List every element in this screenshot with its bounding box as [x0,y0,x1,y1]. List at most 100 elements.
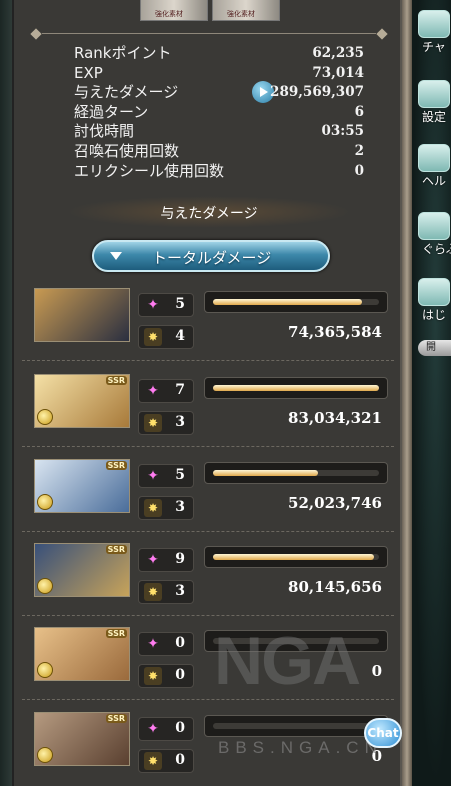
beginner-character-icon [418,278,450,306]
character-portrait[interactable]: SSR [34,627,130,681]
sparkle-icon: ✦ [147,636,159,652]
stat-label: 経過ターン [74,102,149,121]
skill-use-count: ✦ 5 [138,293,194,317]
party-member-row: SSR ✦ 5 ✸ 3 52,023,746 [34,459,388,520]
skill-use-count: ✦ 5 [138,464,194,488]
stat-turns: 経過ターン 6 [74,103,364,123]
damage-gauge-fill [213,299,363,305]
sparkle-icon: ✦ [147,297,159,313]
skill-use-count: ✦ 7 [138,379,194,403]
watermark-logo: NGA [214,623,361,699]
skill-use-value: 5 [175,467,185,483]
stat-value: 03:55 [321,123,364,140]
character-portrait[interactable] [34,288,130,342]
stat-label: 召喚石使用回数 [74,141,180,160]
sidebar-label: ヘル [422,174,447,188]
total-damage-label: トータルダメージ [152,249,272,267]
row-separator [22,615,394,616]
sidebar-label: チャ [422,40,446,54]
stat-value: 2 [354,142,364,159]
sidebar-item-settings[interactable]: 設定 [412,80,451,125]
damage-value: 80,145,656 [288,578,382,596]
party-member-row: ✦ 5 ✸ 4 74,365,584 [34,288,388,349]
stat-summon-uses: 召喚石使用回数 2 [74,142,364,162]
stat-label: 討伐時間 [74,122,135,141]
triangle-down-icon [110,252,122,260]
chain-burst-icon: ✸ [144,667,162,685]
chain-burst-count: ✸ 0 [138,664,194,688]
sidebar-item-beginner[interactable]: はじ [412,278,451,323]
settings-gear-icon [418,80,450,108]
character-portrait[interactable]: SSR [34,459,130,513]
help-book-icon [418,144,450,172]
stat-value: 289,569,307 [270,84,364,101]
damage-gauge [204,546,388,568]
skill-use-count: ✦ 0 [138,632,194,656]
chain-burst-icon: ✸ [144,328,162,346]
sidebar-label: 設定 [422,110,447,124]
stat-label: エリクシール使用回数 [74,161,225,180]
sparkle-icon: ✦ [147,552,159,568]
row-separator [22,531,394,532]
stat-value: 73,014 [312,64,364,81]
chat-icon [418,10,450,38]
stat-exp: EXP 73,014 [74,64,364,84]
chain-burst-count: ✸ 3 [138,411,194,435]
battle-result-panel: 強化素材 強化素材 Rankポイント 62,235 EXP 73,014 与えた… [12,0,402,786]
stat-label: 与えたダメージ [74,83,179,102]
party-member-row: SSR ✦ 9 ✸ 3 80,145,656 [34,543,388,604]
item-thumb-1[interactable]: 強化素材 [140,0,208,21]
gold-coin-icon [37,747,53,763]
damage-heading-text: 与えたダメージ [160,206,258,222]
chain-burst-value: 3 [175,499,185,515]
chain-burst-count: ✸ 3 [138,496,194,520]
sidebar-item-help[interactable]: ヘル [412,144,451,189]
character-portrait[interactable]: SSR [34,712,130,766]
chat-button[interactable]: Chat [364,718,402,748]
sidebar-label: ぐらぶ [422,242,451,256]
skill-use-value: 0 [175,635,185,651]
gold-coin-icon [37,578,53,594]
sidebar-item-chat[interactable]: チャ [412,10,451,55]
row-separator [22,446,394,447]
chain-burst-icon: ✸ [144,583,162,601]
stat-value: 6 [354,103,364,120]
chain-burst-count: ✸ 0 [138,749,194,773]
character-portrait[interactable]: SSR [34,543,130,597]
ornament-divider [30,28,388,40]
panel-border [402,0,412,786]
grablue-fairy-icon [418,212,450,240]
chain-burst-count: ✸ 4 [138,325,194,349]
damage-value: 52,023,746 [288,494,382,512]
sidebar-open-button[interactable]: 開 [418,340,451,356]
ssr-badge: SSR [105,714,127,723]
skill-use-count: ✦ 0 [138,717,194,741]
stat-battle-time: 討伐時間 03:55 [74,122,364,142]
chain-burst-value: 3 [175,414,185,430]
sparkle-icon: ✦ [147,468,159,484]
sidebar-item-grablue[interactable]: ぐらぶ [412,212,451,257]
chain-burst-value: 3 [175,583,185,599]
damage-gauge-fill [213,385,379,391]
ssr-badge: SSR [105,461,127,470]
sidebar-label: はじ [422,308,447,322]
sparkle-icon: ✦ [147,721,159,737]
watermark: NGA BBS.NGA.CN [206,620,400,786]
chain-burst-value: 4 [175,328,185,344]
gold-coin-icon [37,409,53,425]
ssr-badge: SSR [105,629,127,638]
result-stats: Rankポイント 62,235 EXP 73,014 与えたダメージ 289,5… [74,44,364,181]
item-thumb-2[interactable]: 強化素材 [212,0,280,21]
character-portrait[interactable]: SSR [34,374,130,428]
damage-gauge [204,291,388,313]
skill-use-value: 0 [175,720,185,736]
damage-value: 74,365,584 [288,323,382,341]
total-damage-dropdown[interactable]: トータルダメージ [92,240,330,272]
stat-value: 62,235 [312,45,364,61]
item-thumb-label: 強化素材 [227,10,255,18]
chain-burst-icon: ✸ [144,499,162,517]
stat-elixir-uses: エリクシール使用回数 0 [74,162,364,182]
damage-gauge [204,462,388,484]
outer-frame-left [0,0,12,786]
party-member-row: SSR ✦ 7 ✸ 3 83,034,321 [34,374,388,435]
